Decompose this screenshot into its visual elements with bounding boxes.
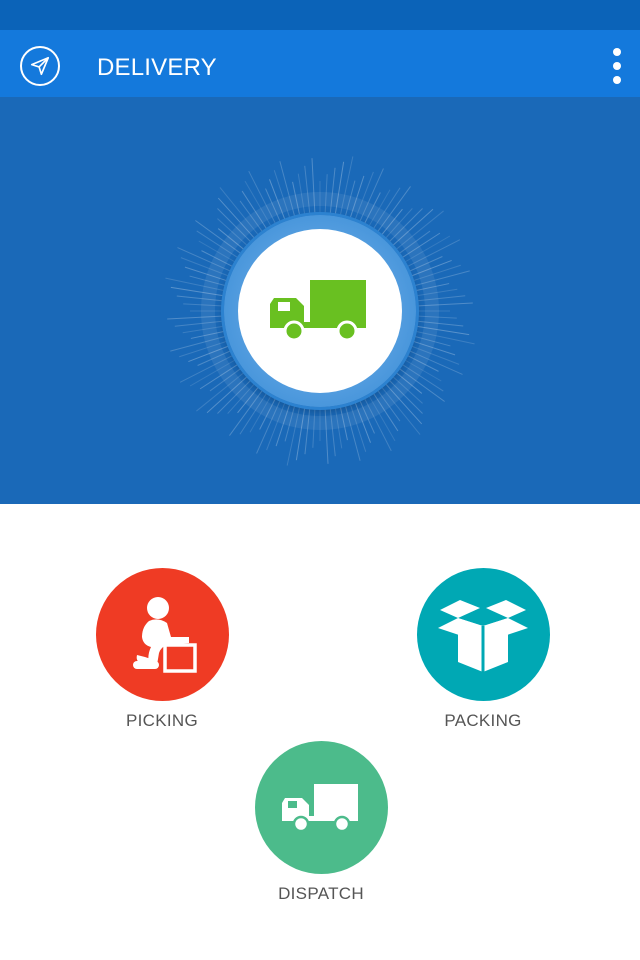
picking-button[interactable]: [95, 568, 229, 701]
navigation-button[interactable]: [20, 46, 60, 86]
delivery-truck-icon: [282, 783, 358, 832]
hero-ray: [176, 295, 225, 302]
picking-action[interactable]: PICKING: [62, 568, 262, 731]
more-menu-button[interactable]: [606, 48, 628, 84]
hero-ray: [311, 158, 316, 216]
more-vertical-icon: [613, 48, 621, 56]
packing-action[interactable]: PACKING: [383, 568, 583, 731]
open-box-icon: [438, 599, 528, 672]
hero-ray: [415, 302, 473, 307]
hero-ray: [304, 165, 311, 216]
hero-ray: [167, 315, 225, 320]
hero-ray: [415, 320, 464, 327]
hero-ray: [304, 406, 311, 455]
dispatch-label: DISPATCH: [278, 884, 364, 903]
hero-ray: [329, 167, 336, 216]
app-bar: DELIVERY: [0, 30, 640, 97]
more-vertical-icon: [613, 62, 621, 70]
dispatch-button[interactable]: [254, 741, 388, 874]
hero-ray: [174, 320, 225, 327]
hero-banner: [0, 97, 640, 504]
dispatch-action[interactable]: DISPATCH: [221, 741, 421, 904]
status-bar: [0, 0, 640, 30]
delivery-truck-icon: [270, 280, 366, 342]
packing-button[interactable]: [416, 568, 550, 701]
delivery-screen: DELIVERY PICKING PACKING DISPATCH: [0, 0, 640, 960]
hero-ray: [324, 406, 329, 464]
page-title: DELIVERY: [97, 54, 217, 81]
picking-label: PICKING: [125, 711, 198, 730]
navigation-arrow-icon: [30, 56, 50, 76]
delivery-hub-button[interactable]: [238, 229, 402, 393]
hero-ray: [415, 295, 466, 302]
packing-label: PACKING: [444, 711, 522, 730]
person-lifting-box-icon: [133, 596, 197, 673]
more-vertical-icon: [613, 76, 621, 84]
hero-ray: [329, 406, 336, 457]
